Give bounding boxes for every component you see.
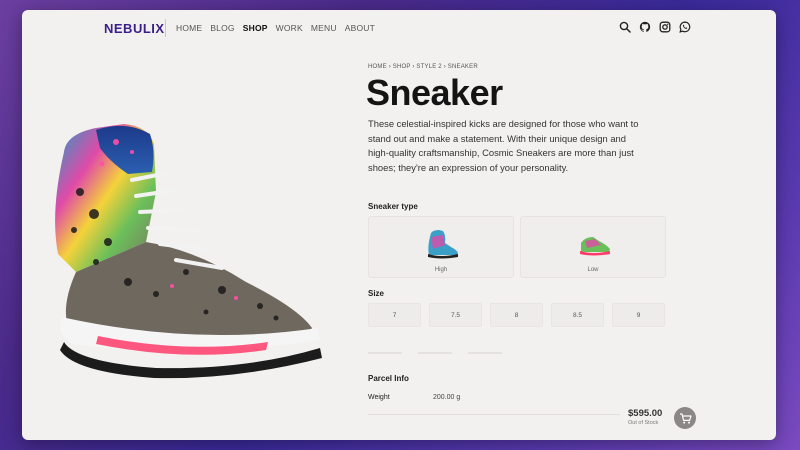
parcel-info-label: Parcel Info	[368, 374, 409, 383]
type-option-high[interactable]: High	[368, 216, 514, 278]
high-sneaker-thumbnail	[428, 230, 458, 259]
breadcrumb-home[interactable]: HOME	[368, 64, 387, 70]
stock-status: Out of Stock	[628, 420, 659, 426]
breadcrumb-separator: ›	[443, 64, 446, 70]
size-option-7-5[interactable]: 7.5	[429, 303, 482, 327]
page-window: NEBULIX HOME BLOG SHOP WORK MENU ABOUT H…	[22, 10, 776, 440]
breadcrumb-separator: ›	[412, 64, 415, 70]
weight-value: 200.00 g	[433, 394, 461, 401]
instagram-icon[interactable]	[659, 21, 671, 33]
nav-item-blog[interactable]: BLOG	[210, 23, 234, 33]
divider	[418, 352, 452, 354]
header-icons	[619, 21, 691, 33]
size-label: Size	[368, 289, 385, 298]
cart-icon	[679, 412, 692, 424]
product-description: These celestial-inspired kicks are desig…	[368, 118, 639, 173]
product-title: Sneaker	[366, 72, 503, 113]
breadcrumb-shop[interactable]: SHOP	[393, 64, 411, 70]
product-image	[55, 124, 322, 379]
nav-item-menu[interactable]: MENU	[311, 23, 337, 33]
github-icon[interactable]	[639, 21, 651, 33]
breadcrumb-separator: ›	[388, 64, 391, 70]
search-icon[interactable]	[619, 21, 631, 33]
type-option-label: Low	[587, 267, 599, 273]
size-option-8[interactable]: 8	[490, 303, 543, 327]
whatsapp-icon[interactable]	[679, 21, 691, 33]
size-option-9[interactable]: 9	[612, 303, 665, 327]
site-header: NEBULIX HOME BLOG SHOP WORK MENU ABOUT	[22, 10, 776, 46]
weight-label: Weight	[368, 394, 390, 401]
divider	[468, 352, 502, 354]
nav-item-home[interactable]: HOME	[176, 23, 202, 33]
nav-item-work[interactable]: WORK	[276, 23, 303, 33]
main-nav: HOME BLOG SHOP WORK MENU ABOUT	[176, 23, 375, 33]
logo-divider	[165, 19, 166, 37]
brand-logo[interactable]: NEBULIX	[104, 21, 165, 36]
divider	[368, 352, 402, 354]
low-sneaker-thumbnail	[580, 237, 610, 256]
sneaker-type-label: Sneaker type	[368, 202, 418, 211]
nav-item-about[interactable]: ABOUT	[345, 23, 375, 33]
nav-item-shop[interactable]: SHOP	[243, 23, 268, 33]
add-to-cart-button[interactable]	[674, 407, 696, 429]
breadcrumb-style[interactable]: STYLE 2	[416, 64, 441, 70]
size-option-8-5[interactable]: 8.5	[551, 303, 604, 327]
type-option-label: High	[434, 267, 448, 273]
breadcrumb-current: SNEAKER	[447, 64, 478, 70]
breadcrumb: HOME › SHOP › STYLE 2 › SNEAKER	[368, 64, 478, 70]
type-option-low[interactable]: Low	[520, 216, 666, 278]
size-option-7[interactable]: 7	[368, 303, 421, 327]
product-price: $595.00	[628, 408, 663, 419]
